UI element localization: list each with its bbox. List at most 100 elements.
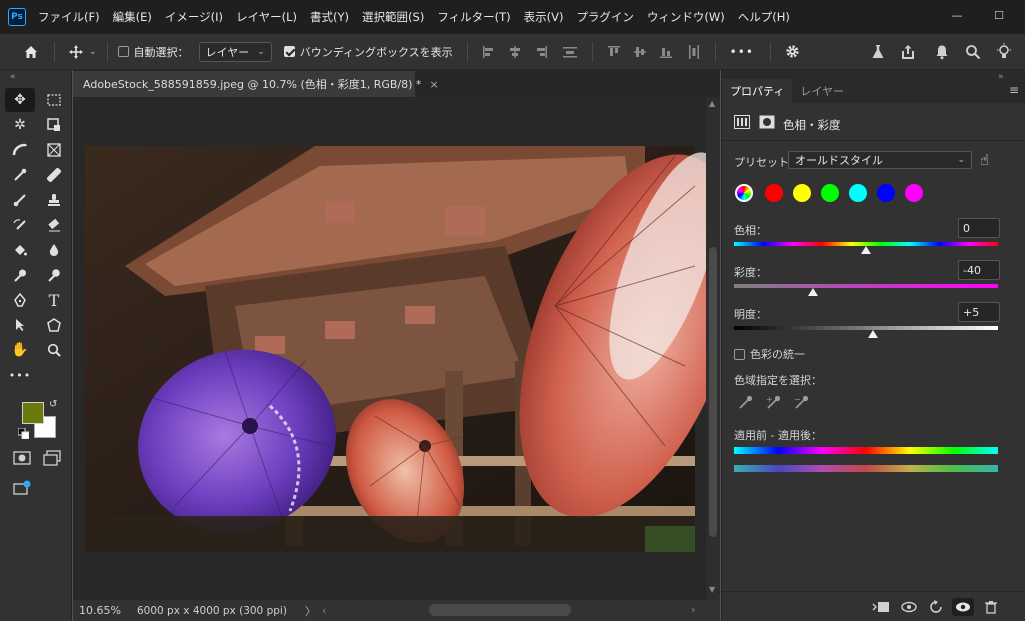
reset-icon[interactable]: [926, 598, 948, 616]
distribute-horizontal-icon[interactable]: [687, 44, 701, 60]
frame-tool-icon[interactable]: [39, 138, 69, 162]
saturation-slider-thumb[interactable]: [808, 288, 819, 296]
menu-plugins[interactable]: プラグイン: [576, 9, 634, 25]
eyedropper-subtract-icon[interactable]: −: [794, 394, 810, 414]
targeted-adjustment-hand-icon[interactable]: ☝: [980, 151, 989, 169]
menu-select[interactable]: 選択範囲(S): [362, 9, 424, 25]
gear-icon[interactable]: [785, 44, 800, 59]
lasso-tool-icon[interactable]: [5, 138, 35, 162]
align-bottom-icon[interactable]: [659, 45, 673, 59]
eyedropper-add-icon[interactable]: +: [766, 394, 782, 414]
panel-collapse-icon[interactable]: »: [998, 72, 1004, 82]
tab-properties[interactable]: プロパティ: [722, 79, 793, 103]
blur-tool-icon[interactable]: [39, 238, 69, 262]
screen-mode-icon[interactable]: [43, 450, 61, 469]
path-select-tool-icon[interactable]: [5, 313, 35, 337]
scroll-down-icon[interactable]: ▼: [709, 585, 715, 594]
colorize-checkbox[interactable]: 色彩の統一: [734, 346, 805, 362]
marquee-tool-icon[interactable]: [39, 88, 69, 112]
color-range-swatch[interactable]: [849, 184, 867, 202]
eyedropper-tool-icon[interactable]: [5, 163, 35, 187]
menu-help[interactable]: ヘルプ(H): [738, 9, 790, 25]
align-middle-icon[interactable]: [633, 45, 647, 59]
menu-layer[interactable]: レイヤー(L): [236, 9, 297, 25]
vertical-scrollbar[interactable]: ▲ ▼: [706, 97, 720, 600]
share-icon[interactable]: [900, 44, 916, 60]
lightness-slider-track[interactable]: [734, 326, 998, 330]
colorize-check[interactable]: [734, 348, 745, 360]
color-range-swatch[interactable]: [765, 184, 783, 202]
hue-slider-thumb[interactable]: [861, 246, 871, 254]
move-tool-icon[interactable]: ✥: [5, 88, 35, 112]
type-tool-icon[interactable]: T: [39, 288, 69, 312]
tab-layers[interactable]: レイヤー: [792, 79, 852, 103]
photoshop-logo[interactable]: Ps: [8, 8, 26, 26]
saturation-input[interactable]: -40: [958, 260, 1000, 280]
menu-window[interactable]: ウィンドウ(W): [647, 9, 725, 25]
color-range-swatch[interactable]: [821, 184, 839, 202]
view-previous-state-icon[interactable]: [898, 598, 920, 616]
hscroll-right-icon[interactable]: ›: [691, 603, 695, 616]
custom-shape-tool-icon[interactable]: [39, 313, 69, 337]
stamp-tool-icon[interactable]: [39, 188, 69, 212]
move-tool-preset-icon[interactable]: ⌄: [69, 44, 97, 59]
bounding-box-checkbox[interactable]: バウンディングボックスを表示: [283, 44, 453, 60]
menu-filter[interactable]: フィルター(T): [437, 9, 510, 25]
color-range-swatch[interactable]: [905, 184, 923, 202]
bounding-box-check[interactable]: [283, 46, 295, 57]
hue-input[interactable]: 0: [958, 218, 1000, 238]
brush-tool-icon[interactable]: [5, 188, 35, 212]
status-info-arrow[interactable]: 〉: [305, 603, 316, 619]
eyedropper-icon[interactable]: [738, 394, 754, 414]
adjustment-layer-icon[interactable]: [734, 115, 750, 132]
lightness-slider-thumb[interactable]: [867, 330, 878, 338]
auto-select-check[interactable]: [117, 46, 129, 57]
zoom-level[interactable]: 10.65%: [79, 604, 131, 617]
master-range-swatch[interactable]: [735, 184, 753, 202]
canvas-area[interactable]: [73, 97, 706, 600]
dodge-tool-icon[interactable]: [5, 263, 35, 287]
document-tab[interactable]: AdobeStock_588591859.jpeg @ 10.7% (色相・彩度…: [73, 71, 439, 97]
quick-select-tool-icon[interactable]: ✲: [5, 113, 35, 137]
hand-tool-icon[interactable]: ✋: [5, 338, 35, 362]
color-range-swatch[interactable]: [793, 184, 811, 202]
menu-view[interactable]: 表示(V): [524, 9, 564, 25]
hscroll-left-icon[interactable]: ‹: [322, 604, 326, 617]
lightbulb-icon[interactable]: [996, 43, 1012, 60]
bell-icon[interactable]: [934, 44, 950, 60]
horizontal-scroll-thumb[interactable]: [429, 604, 571, 616]
align-left-icon[interactable]: [482, 45, 496, 59]
align-center-horizontal-icon[interactable]: [508, 45, 522, 59]
paint-bucket-tool-icon[interactable]: [5, 238, 35, 262]
menu-image[interactable]: イメージ(I): [165, 9, 223, 25]
color-range-swatch[interactable]: [877, 184, 895, 202]
home-icon[interactable]: [20, 44, 42, 60]
healing-brush-tool-icon[interactable]: [39, 163, 69, 187]
menu-type[interactable]: 書式(Y): [310, 9, 349, 25]
menu-edit[interactable]: 編集(E): [113, 9, 152, 25]
default-colors-icon[interactable]: [17, 427, 30, 442]
scroll-up-icon[interactable]: ▲: [709, 99, 715, 108]
layer-mask-icon[interactable]: [759, 115, 775, 132]
crop-select-tool-icon[interactable]: [39, 113, 69, 137]
align-top-icon[interactable]: [607, 45, 621, 59]
zoom-glass-tool-icon[interactable]: [39, 263, 69, 287]
more-tools-icon[interactable]: •••: [5, 363, 35, 387]
trash-icon[interactable]: [980, 598, 1002, 616]
auto-select-checkbox[interactable]: 自動選択：: [117, 44, 189, 60]
target-dropdown[interactable]: レイヤー ⌄: [198, 41, 272, 62]
zoom-tool-icon[interactable]: [39, 338, 69, 362]
swap-colors-icon[interactable]: ↺: [49, 399, 57, 410]
close-tab-icon[interactable]: ×: [429, 78, 438, 91]
clip-to-layer-icon[interactable]: [870, 598, 892, 616]
preset-dropdown[interactable]: オールドスタイル ⌄: [788, 151, 972, 169]
flask-icon[interactable]: [870, 44, 886, 60]
vertical-scroll-thumb[interactable]: [709, 247, 717, 537]
minimize-button[interactable]: —: [944, 4, 970, 26]
saturation-slider-track[interactable]: [734, 284, 998, 288]
history-brush-tool-icon[interactable]: [5, 213, 35, 237]
foreground-color-swatch[interactable]: [22, 402, 44, 424]
eraser-tool-icon[interactable]: [39, 213, 69, 237]
panel-menu-icon[interactable]: ≡: [1009, 83, 1019, 97]
pen-tool-icon[interactable]: [5, 288, 35, 312]
